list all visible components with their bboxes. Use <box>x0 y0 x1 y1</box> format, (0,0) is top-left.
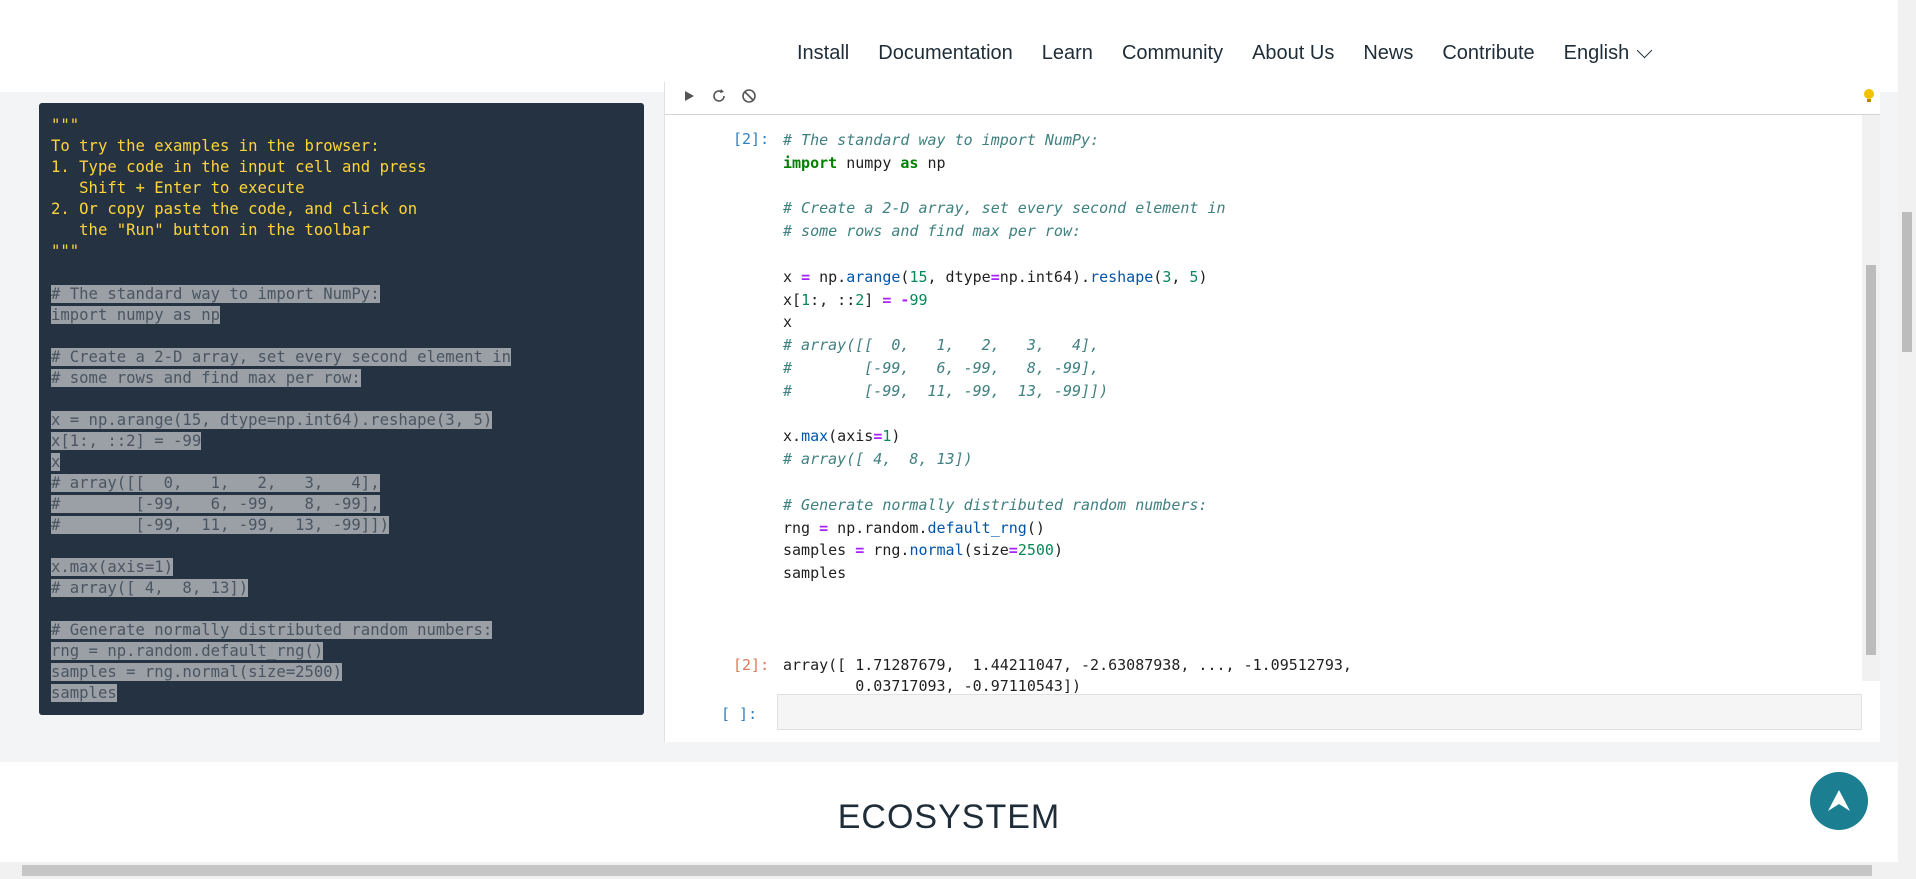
notebook-cells: [2]: # The standard way to import NumPy:… <box>665 115 1860 695</box>
nav-learn[interactable]: Learn <box>1042 42 1093 65</box>
code-line: x <box>51 453 61 471</box>
code-line: # array([[ 0, 1, 2, 3, 4], <box>51 474 380 492</box>
top-navigation-bar: Install Documentation Learn Community Ab… <box>0 0 1898 92</box>
restart-icon[interactable] <box>710 88 728 106</box>
code-line: # [-99, 6, -99, 8, -99], <box>51 495 380 513</box>
nav-news[interactable]: News <box>1363 42 1413 65</box>
horizontal-scrollbar[interactable] <box>0 862 1916 879</box>
code-line: # The standard way to import NumPy: <box>51 285 380 303</box>
nav-about-us[interactable]: About Us <box>1252 42 1334 65</box>
back-to-top-button[interactable] <box>1810 772 1868 830</box>
arrow-up-icon <box>1828 790 1850 811</box>
output-prompt: [2]: <box>733 656 770 674</box>
notebook-scrollbar[interactable] <box>1862 115 1880 681</box>
section-title: ECOSYSTEM <box>837 798 1061 836</box>
empty-code-cell[interactable] <box>777 694 1862 730</box>
example-docstring: """ To try the examples in the browser: … <box>51 116 427 260</box>
notebook-scrollbar-thumb[interactable] <box>1866 265 1876 655</box>
empty-cell-prompt: [ ]: <box>721 705 758 723</box>
run-icon[interactable] <box>680 88 698 106</box>
input-prompt: [2]: <box>733 130 770 148</box>
interrupt-icon[interactable] <box>740 88 758 106</box>
code-line: # Generate normally distributed random n… <box>51 621 493 639</box>
cell-output: array([ 1.71287679, 1.44211047, -2.63087… <box>783 656 1352 695</box>
language-label: English <box>1563 42 1630 64</box>
jupyter-notebook: [2]: # The standard way to import NumPy:… <box>664 82 1880 742</box>
selected-code: # The standard way to import NumPy: impo… <box>51 284 632 704</box>
code-line: x[1:, ::2] = -99 <box>51 432 202 450</box>
code-line: # array([ 4, 8, 13]) <box>51 579 249 597</box>
code-line: samples <box>51 684 117 702</box>
notebook-toolbar <box>665 82 1880 115</box>
nav-community[interactable]: Community <box>1122 42 1223 65</box>
chevron-down-icon <box>1636 42 1653 59</box>
code-line: rng = np.random.default_rng() <box>51 642 324 660</box>
nav-contribute[interactable]: Contribute <box>1442 42 1534 65</box>
code-line: # Create a 2-D array, set every second e… <box>51 348 512 366</box>
code-line: import numpy as np <box>51 306 220 324</box>
code-line: x = np.arange(15, dtype=np.int64).reshap… <box>51 411 493 429</box>
page-scrollbar-thumb[interactable] <box>1902 212 1912 352</box>
code-line: # [-99, 11, -99, 13, -99]]) <box>51 516 389 534</box>
nav-documentation[interactable]: Documentation <box>878 42 1013 65</box>
code-line: samples = rng.normal(size=2500) <box>51 663 343 681</box>
code-example-panel[interactable]: """ To try the examples in the browser: … <box>39 103 644 715</box>
horizontal-scrollbar-thumb[interactable] <box>22 865 1872 876</box>
code-cell[interactable]: # The standard way to import NumPy: impo… <box>783 129 1226 585</box>
kernel-status-icon <box>1862 88 1876 108</box>
code-line: x.max(axis=1) <box>51 558 174 576</box>
nav-links: Install Documentation Learn Community Ab… <box>797 42 1679 65</box>
page-scrollbar[interactable] <box>1898 0 1916 862</box>
nav-install[interactable]: Install <box>797 42 849 65</box>
language-selector[interactable]: English <box>1563 42 1653 65</box>
code-line: # some rows and find max per row: <box>51 369 361 387</box>
